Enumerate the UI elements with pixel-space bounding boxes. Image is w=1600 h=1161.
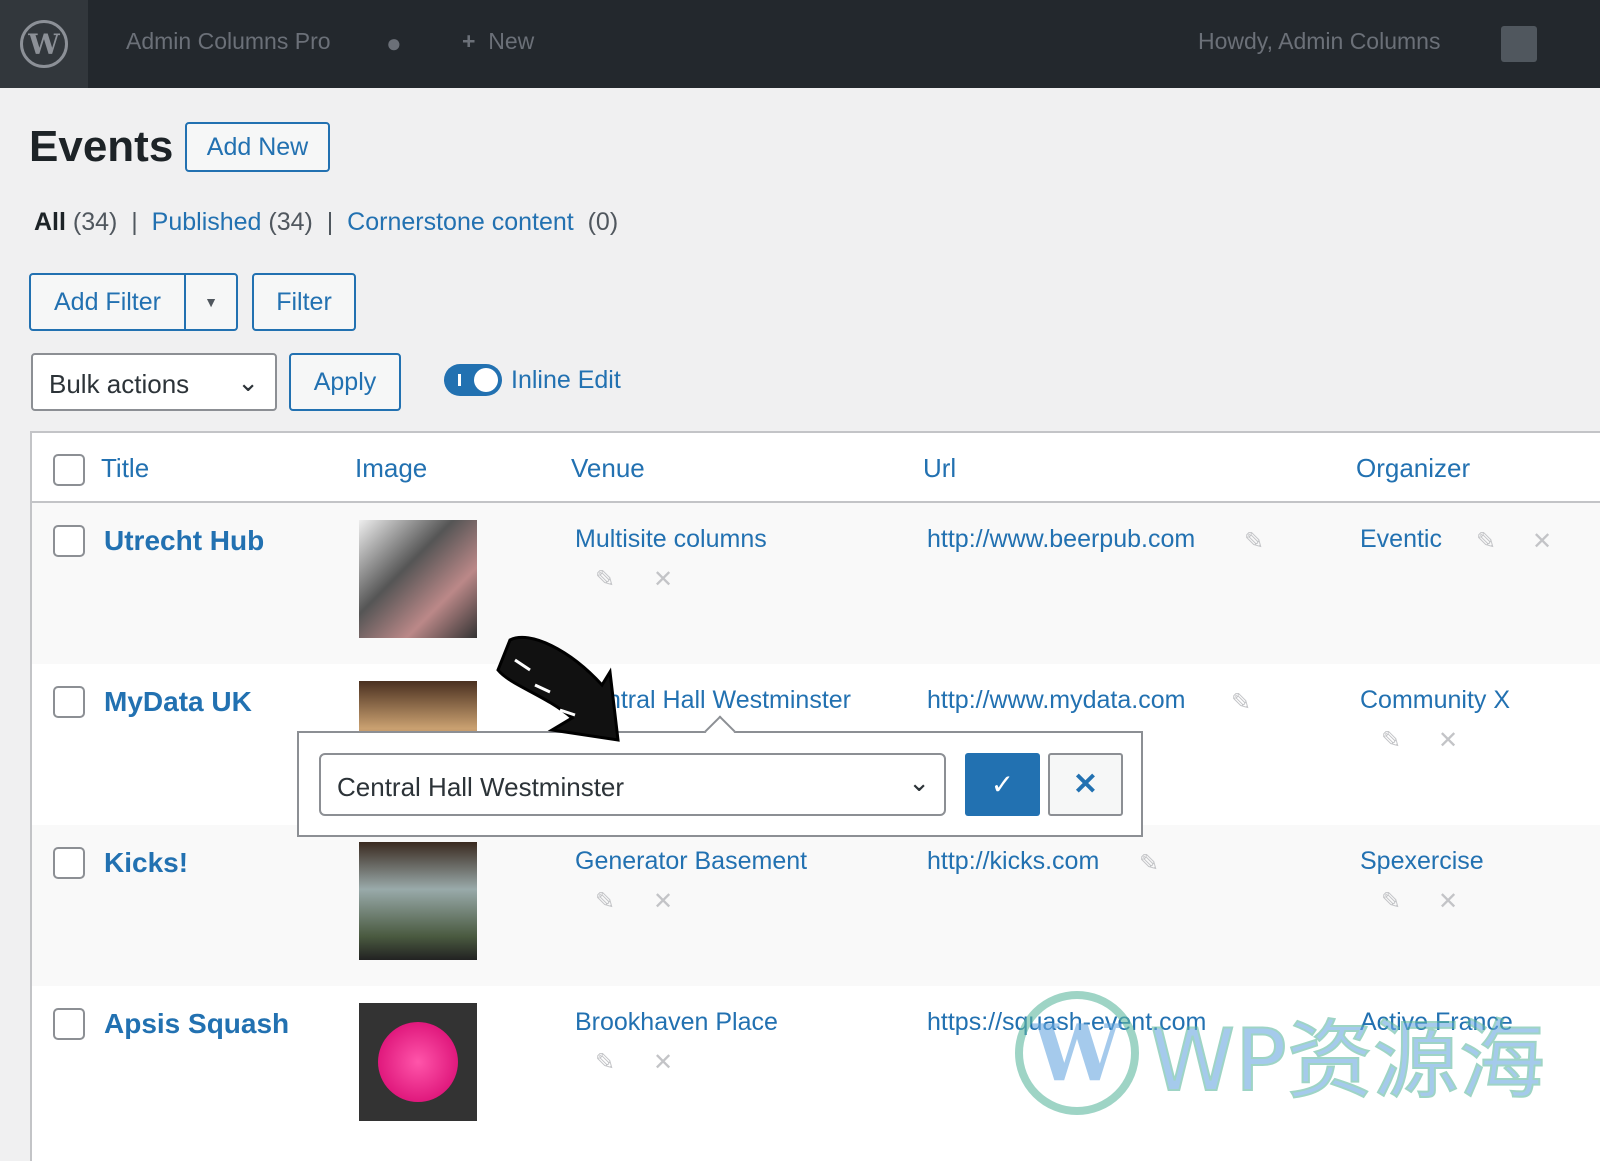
venue-select[interactable]: Central Hall Westminster ⌄	[319, 753, 946, 816]
row-checkbox[interactable]	[53, 847, 85, 879]
view-cornerstone-count: (0)	[587, 208, 619, 236]
comments-icon[interactable]: ●	[386, 28, 402, 59]
pencil-icon[interactable]: ✎	[1381, 726, 1401, 755]
howdy-account[interactable]: Howdy, Admin Columns	[1198, 28, 1440, 55]
new-content-link[interactable]: + New	[462, 28, 534, 55]
add-filter-dropdown[interactable]: ▼	[184, 273, 238, 331]
page-title: Events	[29, 122, 174, 171]
apply-button[interactable]: Apply	[289, 353, 401, 411]
inline-edit-label[interactable]: Inline Edit	[511, 366, 621, 395]
plus-icon: +	[462, 28, 476, 54]
check-icon: ✓	[990, 769, 1015, 800]
table-row: Utrecht Hub Multisite columns ✎ ✕ http:/…	[32, 503, 1600, 664]
arrow-annotation-icon	[496, 635, 620, 742]
event-image	[359, 842, 477, 960]
pencil-icon[interactable]: ✎	[1244, 527, 1264, 556]
bulk-actions-label: Bulk actions	[49, 369, 190, 399]
close-icon[interactable]: ✕	[653, 887, 673, 916]
close-icon[interactable]: ✕	[653, 1048, 673, 1077]
view-cornerstone[interactable]: Cornerstone content	[347, 208, 574, 236]
caret-down-icon: ▼	[204, 294, 218, 310]
add-new-button[interactable]: Add New	[185, 122, 330, 172]
venue-value[interactable]: Generator Basement	[575, 847, 807, 876]
svg-text:W: W	[1032, 1008, 1122, 1099]
pencil-icon[interactable]: ✎	[595, 565, 615, 594]
cancel-button[interactable]: ✕	[1048, 753, 1123, 816]
chevron-down-icon: ⌄	[908, 767, 930, 797]
row-title[interactable]: Utrecht Hub	[104, 525, 264, 557]
table-row: Kicks! Generator Basement ✎ ✕ http://kic…	[32, 825, 1600, 986]
avatar[interactable]	[1501, 26, 1537, 62]
close-icon: ✕	[1072, 768, 1099, 801]
url-value[interactable]: http://www.mydata.com	[927, 686, 1185, 715]
table-header: Title Image Venue Url Organizer	[32, 433, 1600, 503]
pencil-icon[interactable]: ✎	[1231, 688, 1251, 717]
wordpress-logo-icon[interactable]: W	[0, 0, 88, 88]
row-checkbox[interactable]	[53, 686, 85, 718]
venue-value[interactable]: Brookhaven Place	[575, 1008, 778, 1037]
view-all-count: (34)	[72, 208, 118, 236]
site-name-link[interactable]: Admin Columns Pro	[126, 28, 331, 55]
inline-edit-toggle[interactable]	[444, 364, 502, 396]
venue-select-value: Central Hall Westminster	[337, 772, 625, 802]
row-title[interactable]: Apsis Squash	[104, 1008, 289, 1040]
admin-bar: W Admin Columns Pro ● + New Howdy, Admin…	[0, 0, 1600, 88]
close-icon[interactable]: ✕	[653, 565, 673, 594]
event-image	[359, 520, 477, 638]
column-image: Image	[355, 453, 428, 483]
pencil-icon[interactable]: ✎	[595, 887, 615, 916]
url-value[interactable]: http://www.beerpub.com	[927, 525, 1195, 554]
close-icon[interactable]: ✕	[1438, 726, 1458, 755]
url-value[interactable]: http://kicks.com	[927, 847, 1099, 876]
add-filter-button[interactable]: Add Filter	[29, 273, 186, 331]
close-icon[interactable]: ✕	[1438, 887, 1458, 916]
organizer-value[interactable]: Eventic	[1360, 525, 1442, 554]
column-title[interactable]: Title	[101, 453, 149, 484]
inline-edit-popup: Central Hall Westminster ⌄ ✓ ✕	[297, 715, 1143, 837]
svg-text:WP资源海: WP资源海	[1150, 1011, 1545, 1111]
view-published[interactable]: Published	[152, 208, 262, 236]
select-all-checkbox[interactable]	[53, 454, 85, 486]
bulk-actions-select[interactable]: Bulk actions ⌄	[31, 353, 277, 411]
row-title[interactable]: MyData UK	[104, 686, 252, 718]
filter-button[interactable]: Filter	[252, 273, 356, 331]
column-organizer[interactable]: Organizer	[1356, 453, 1470, 484]
pencil-icon[interactable]: ✎	[1381, 887, 1401, 916]
new-label: New	[488, 28, 535, 54]
row-checkbox[interactable]	[53, 1008, 85, 1040]
watermark-logo: W WP资源海	[1015, 991, 1546, 1115]
view-published-count: (34)	[268, 208, 313, 236]
save-button[interactable]: ✓	[965, 753, 1040, 816]
event-image	[359, 1003, 477, 1121]
column-venue[interactable]: Venue	[571, 453, 645, 484]
pencil-icon[interactable]: ✎	[1476, 527, 1496, 556]
venue-value[interactable]: Multisite columns	[575, 525, 767, 554]
chevron-down-icon: ⌄	[237, 367, 259, 397]
pencil-icon[interactable]: ✎	[595, 1048, 615, 1077]
column-url[interactable]: Url	[923, 453, 956, 484]
view-filters: All (34) | Published (34) | Cornerstone …	[34, 208, 619, 236]
pencil-icon[interactable]: ✎	[1139, 849, 1159, 878]
row-title[interactable]: Kicks!	[104, 847, 188, 879]
row-checkbox[interactable]	[53, 525, 85, 557]
close-icon[interactable]: ✕	[1532, 527, 1552, 556]
view-all[interactable]: All	[34, 208, 66, 236]
organizer-value[interactable]: Community X	[1360, 686, 1510, 715]
organizer-value[interactable]: Spexercise	[1360, 847, 1484, 876]
